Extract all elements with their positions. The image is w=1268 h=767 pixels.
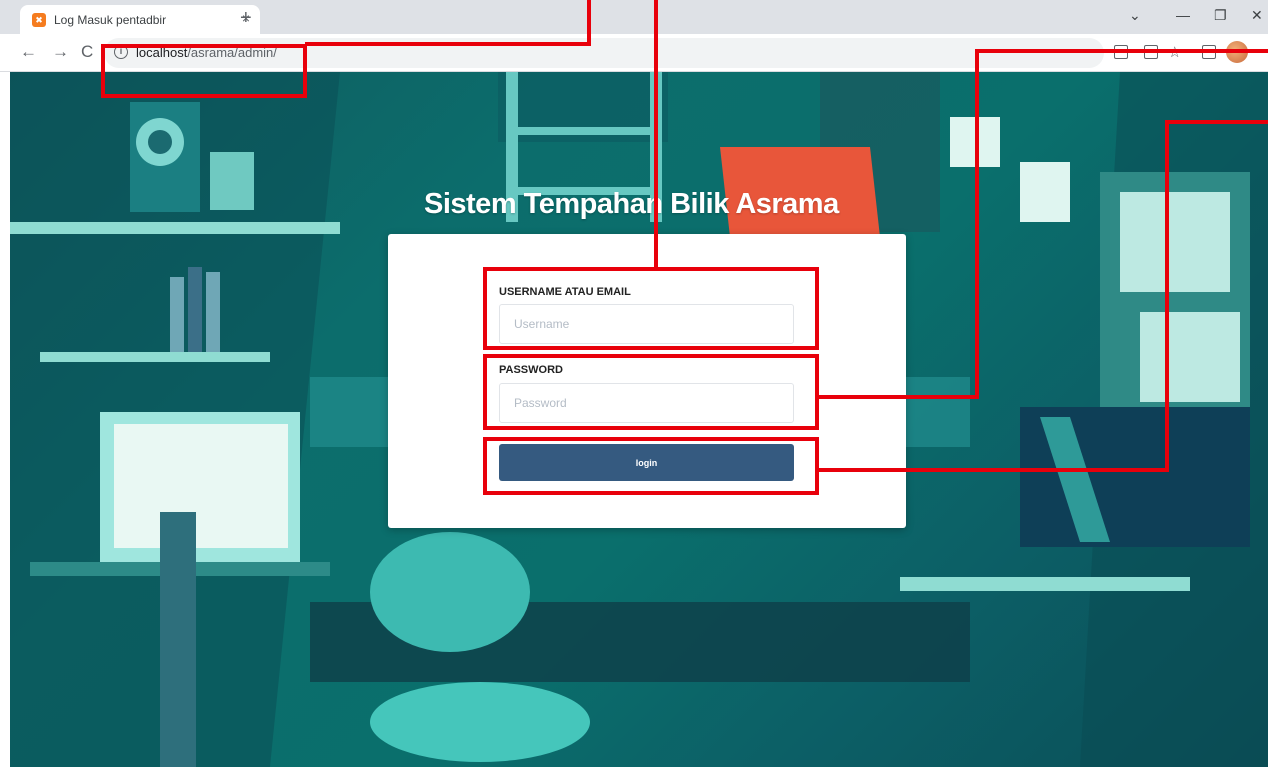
new-tab-button[interactable]: + xyxy=(240,7,252,30)
annotation-line xyxy=(1165,120,1268,124)
back-arrow-icon[interactable]: ← xyxy=(20,42,37,62)
restore-button[interactable]: ❐ xyxy=(1214,7,1227,24)
forward-arrow-icon[interactable]: → xyxy=(52,42,69,62)
annotation-line xyxy=(654,0,658,269)
tab-search-button[interactable]: ⌄ xyxy=(1129,7,1141,24)
reload-icon[interactable]: C xyxy=(81,42,93,62)
annotation-box-password xyxy=(483,354,819,430)
annotation-box-url xyxy=(101,44,307,98)
page-title: Sistem Tempahan Bilik Asrama xyxy=(424,188,839,220)
favicon-icon: ✖ xyxy=(32,13,46,27)
annotation-line xyxy=(975,49,1268,53)
tab-strip: ✖ Log Masuk pentadbir × + ⌄ — ❐ ✕ xyxy=(0,0,1268,34)
annotation-line xyxy=(817,468,1169,472)
close-window-button[interactable]: ✕ xyxy=(1251,7,1263,24)
annotation-line xyxy=(1165,120,1169,472)
annotation-box-username xyxy=(483,267,819,350)
minimize-button[interactable]: — xyxy=(1176,7,1190,23)
annotation-box-login xyxy=(483,437,819,495)
annotation-line xyxy=(975,49,979,399)
annotation-line xyxy=(817,395,979,399)
tab-title: Log Masuk pentadbir xyxy=(54,13,167,27)
annotation-line xyxy=(587,0,591,46)
annotation-line xyxy=(305,42,591,46)
browser-tab[interactable]: ✖ Log Masuk pentadbir × xyxy=(20,5,260,34)
